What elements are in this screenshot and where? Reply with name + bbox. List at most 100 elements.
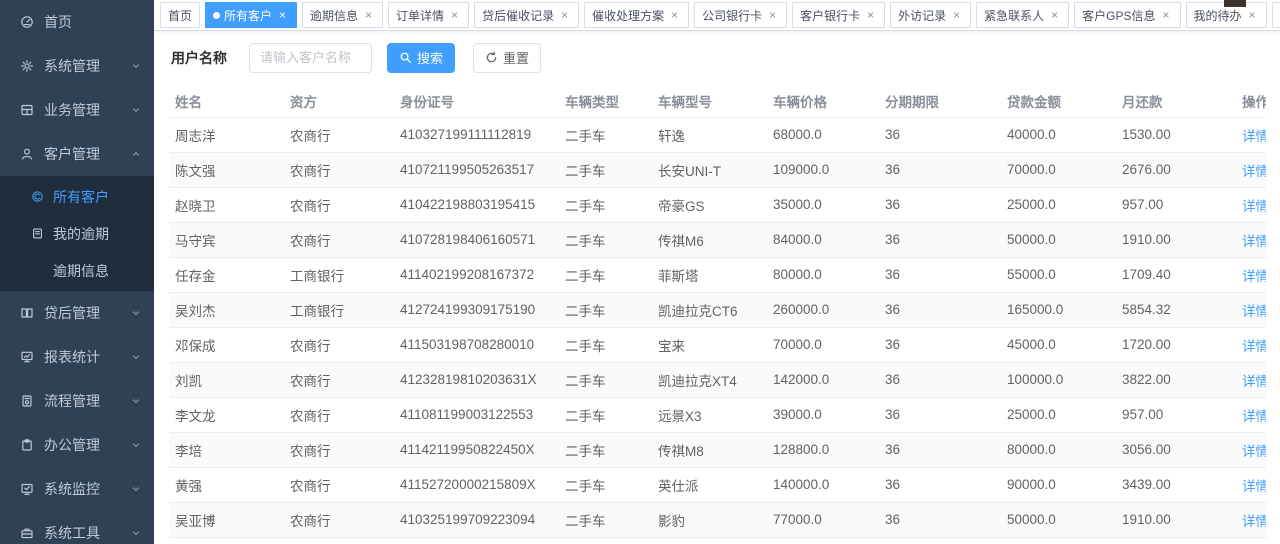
sidebar-subitem-3-0[interactable]: 所有客户 <box>0 178 154 215</box>
detail-link[interactable]: 详情 <box>1242 479 1266 494</box>
tab-1[interactable]: 所有客户× <box>205 2 297 28</box>
tab-close-icon[interactable]: × <box>950 9 963 22</box>
monitor-icon <box>20 482 34 496</box>
cell-vehicle-type: 二手车 <box>559 152 652 187</box>
cell-installment-term: 36 <box>879 502 1001 537</box>
cell-vehicle-type: 二手车 <box>559 257 652 292</box>
sidebar-item-9[interactable]: 系统工具 <box>0 511 154 544</box>
cell-id-number: 410728198406160571 <box>394 222 559 257</box>
tab-7[interactable]: 客户银行卡× <box>792 2 885 28</box>
tab-9[interactable]: 紧急联系人× <box>976 2 1069 28</box>
sidebar-item-8[interactable]: 系统监控 <box>0 467 154 511</box>
chevron-down-icon <box>130 483 142 495</box>
search-input[interactable] <box>249 43 372 73</box>
chevron-down-icon <box>130 307 142 319</box>
table-row: 李培农商行41142119950822450X二手车传祺M8128800.036… <box>169 432 1266 467</box>
cell-installment-term: 36 <box>879 117 1001 152</box>
cell-monthly-payment: 1720.00 <box>1116 327 1236 362</box>
tab-6[interactable]: 公司银行卡× <box>694 2 787 28</box>
tab-4[interactable]: 贷后催收记录× <box>474 2 579 28</box>
tab-close-icon[interactable]: × <box>362 9 375 22</box>
cell-installment-term: 36 <box>879 187 1001 222</box>
sidebar-item-5[interactable]: 报表统计 <box>0 335 154 379</box>
cell-funder: 农商行 <box>284 432 394 467</box>
cell-name: 陈文强 <box>169 152 284 187</box>
cell-vehicle-type: 二手车 <box>559 117 652 152</box>
tab-close-icon[interactable]: × <box>1160 9 1173 22</box>
tab-8[interactable]: 外访记录 × <box>890 2 971 28</box>
cell-vehicle-model: 英仕派 <box>652 467 767 502</box>
detail-link[interactable]: 详情 <box>1242 269 1266 284</box>
cell-name: 吴刘杰 <box>169 292 284 327</box>
cell-name: 黄强 <box>169 467 284 502</box>
chevron-down-icon <box>130 527 142 539</box>
cell-name: 吴亚博 <box>169 502 284 537</box>
sidebar-item-1[interactable]: 系统管理 <box>0 44 154 88</box>
tab-12[interactable]: 我的流程× <box>1272 2 1280 28</box>
sidebar-item-7[interactable]: 办公管理 <box>0 423 154 467</box>
cell-vehicle-model: 帝豪GS <box>652 187 767 222</box>
tab-close-icon[interactable]: × <box>276 9 289 22</box>
cell-name: 周志洋 <box>169 117 284 152</box>
sidebar-subitem-3-1[interactable]: 我的逾期 <box>0 215 154 252</box>
tab-label: 外访记录 <box>898 7 946 24</box>
tab-close-icon[interactable]: × <box>1246 9 1259 22</box>
cell-funder: 工商银行 <box>284 292 394 327</box>
sidebar-item-label: 流程管理 <box>44 391 130 411</box>
sidebar: 首页系统管理业务管理客户管理所有客户我的逾期逾期信息贷后管理报表统计流程管理办公… <box>0 0 154 544</box>
sidebar-item-3[interactable]: 客户管理 <box>0 132 154 176</box>
tab-close-icon[interactable]: × <box>558 9 571 22</box>
sidebar-item-2[interactable]: 业务管理 <box>0 88 154 132</box>
tab-close-icon[interactable]: × <box>668 9 681 22</box>
sidebar-subitem-3-2[interactable]: 逾期信息 <box>0 252 154 289</box>
tab-10[interactable]: 客户GPS信息× <box>1074 2 1180 28</box>
column-header-monthly-payment: 月还款 <box>1116 85 1236 117</box>
cell-funder: 农商行 <box>284 502 394 537</box>
avatar-partial <box>1224 0 1246 7</box>
detail-link[interactable]: 详情 <box>1242 339 1266 354</box>
cell-name: 邓保成 <box>169 327 284 362</box>
tab-0[interactable]: 首页 <box>160 2 200 28</box>
cell-vehicle-model: 传祺M8 <box>652 432 767 467</box>
cell-vehicle-price: 140000.0 <box>767 467 879 502</box>
table-row: 赵晓卫农商行410422198803195415二手车帝豪GS35000.036… <box>169 187 1266 222</box>
cell-id-number: 411081199003122553 <box>394 397 559 432</box>
cell-funder: 农商行 <box>284 397 394 432</box>
tab-close-icon[interactable]: × <box>766 9 779 22</box>
cell-monthly-payment: 1530.00 <box>1116 117 1236 152</box>
sidebar-item-label: 系统管理 <box>44 56 130 76</box>
tab-close-icon[interactable]: × <box>448 9 461 22</box>
cell-funder: 农商行 <box>284 362 394 397</box>
detail-link[interactable]: 详情 <box>1242 129 1266 144</box>
tab-3[interactable]: 订单详情× <box>388 2 469 28</box>
detail-link[interactable]: 详情 <box>1242 444 1266 459</box>
cell-loan-amount: 80000.0 <box>1001 432 1116 467</box>
detail-link[interactable]: 详情 <box>1242 514 1266 529</box>
sidebar-item-6[interactable]: 流程管理 <box>0 379 154 423</box>
tab-close-icon[interactable]: × <box>1048 9 1061 22</box>
detail-link[interactable]: 详情 <box>1242 409 1266 424</box>
table-row: 吴刘杰工商银行412724199309175190二手车凯迪拉克CT626000… <box>169 292 1266 327</box>
cell-installment-term: 36 <box>879 362 1001 397</box>
tab-5[interactable]: 催收处理方案× <box>584 2 689 28</box>
sidebar-item-4[interactable]: 贷后管理 <box>0 291 154 335</box>
sidebar-item-label: 办公管理 <box>44 435 130 455</box>
detail-link[interactable]: 详情 <box>1242 234 1266 249</box>
cell-vehicle-type: 二手车 <box>559 292 652 327</box>
cell-monthly-payment: 5854.32 <box>1116 292 1236 327</box>
sidebar-item-0[interactable]: 首页 <box>0 0 154 44</box>
cell-monthly-payment: 1709.40 <box>1116 257 1236 292</box>
cell-vehicle-model: 凯迪拉克CT6 <box>652 292 767 327</box>
detail-link[interactable]: 详情 <box>1242 199 1266 214</box>
cell-vehicle-price: 109000.0 <box>767 152 879 187</box>
cell-monthly-payment: 1910.00 <box>1116 502 1236 537</box>
cell-vehicle-model: 凯迪拉克XT4 <box>652 362 767 397</box>
reset-button[interactable]: 重置 <box>473 43 541 73</box>
detail-link[interactable]: 详情 <box>1242 164 1266 179</box>
detail-link[interactable]: 详情 <box>1242 374 1266 389</box>
tab-2[interactable]: 逾期信息× <box>302 2 383 28</box>
search-button[interactable]: 搜索 <box>387 43 455 73</box>
detail-link[interactable]: 详情 <box>1242 304 1266 319</box>
cell-funder: 农商行 <box>284 117 394 152</box>
tab-close-icon[interactable]: × <box>864 9 877 22</box>
